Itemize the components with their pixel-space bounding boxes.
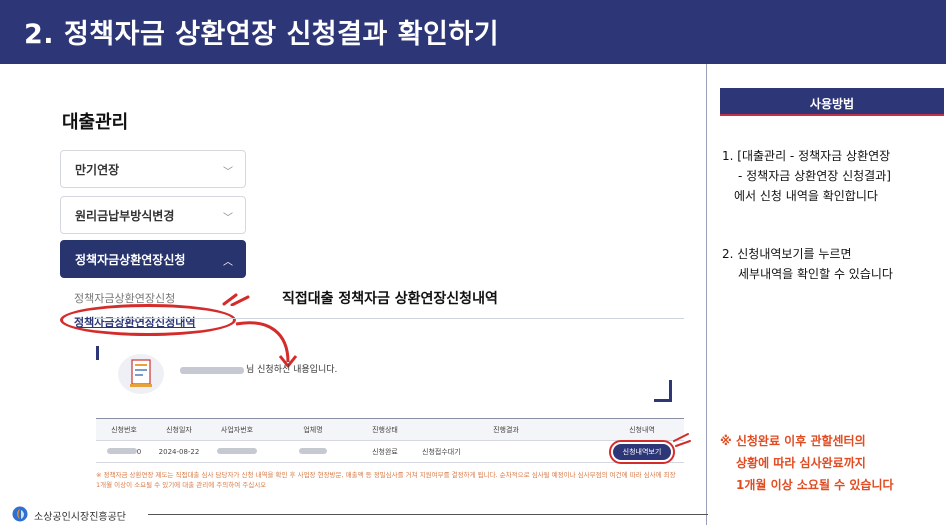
warning-text: ※ 신청완료 이후 관할센터의 (720, 434, 866, 448)
application-no-suffix: 0 (136, 447, 142, 456)
corner-bracket (654, 399, 672, 402)
notice-text: ※ 정책자금 상환연장 제도는 직접대출 심사 담당자가 신청 내역을 확인 후… (96, 471, 676, 489)
menu-label: 만기연장 (75, 163, 120, 177)
page-title: 2. 정책자금 상환연장 신청결과 확인하기 (24, 19, 500, 50)
accent-marks-icon (673, 433, 691, 447)
history-table: 신청번호 신청일자 사업자번호 업체명 진행상태 진행결과 신청내역 0 202… (96, 418, 684, 464)
divider (96, 318, 684, 319)
step-text: - 정책자금 상환연장 신청결과] (738, 169, 891, 183)
redacted-value (106, 447, 137, 454)
warning-text: 1개월 이상 소요될 수 있습니다 (736, 478, 894, 492)
warning-text: 상황에 따라 심사완료까지 (736, 456, 866, 470)
cell-status: 신청완료 (358, 440, 412, 463)
redacted-name (180, 367, 244, 374)
table-row: 0 2024-08-22 신청완료 신청접수대기 신청내역보기 (96, 439, 684, 464)
chevron-down-icon: ﹀ (223, 167, 233, 178)
howto-title: 사용방법 (809, 97, 855, 111)
cell-result: 신청접수대기 (412, 440, 600, 463)
cell-date: 2024-08-22 (152, 440, 206, 463)
corner-bracket (96, 346, 99, 360)
view-details-button[interactable]: 신청내역보기 (608, 439, 676, 464)
redacted-value (217, 447, 257, 454)
table-header-row: 신청번호 신청일자 사업자번호 업체명 진행상태 진행결과 신청내역 (96, 418, 684, 441)
step-text: 에서 신청 내역을 확인합니다 (734, 189, 878, 203)
redacted-value (299, 447, 327, 454)
menu-repayment-method-change[interactable]: 원리금납부방식변경 ﹀ (60, 196, 246, 234)
column-header: 사업자번호 (206, 418, 268, 441)
column-header: 신청일자 (152, 418, 206, 441)
accent-marks-icon (222, 293, 250, 306)
menu-label: 정책자금상환연장신청 (75, 253, 186, 267)
step-text: 2. 신청내역보기를 누르면 (722, 247, 852, 261)
menu-policy-fund-extension[interactable]: 정책자금상환연장신청 ︿ (60, 240, 246, 278)
org-name: 소상공인시장진흥공단 (34, 512, 126, 523)
howto-header: 사용방법 (720, 88, 944, 116)
chevron-down-icon: ﹀ (223, 213, 233, 224)
footer-divider (148, 514, 708, 515)
panel-divider (706, 64, 707, 525)
menu-maturity-extension[interactable]: 만기연장 ﹀ (60, 150, 246, 188)
cell-application-no: 0 (96, 440, 152, 463)
column-header: 신청번호 (96, 418, 152, 441)
title-bar: 2. 정책자금 상환연장 신청결과 확인하기 (0, 0, 946, 64)
step-1: 1. [대출관리 - 정책자금 상환연장 - 정책자금 상환연장 신청결과] 에… (722, 146, 946, 206)
column-header: 업체명 (268, 418, 358, 441)
warning-note: ※ 신청완료 이후 관할센터의 상황에 따라 심사완료까지 1개월 이상 소요될… (720, 430, 944, 496)
result-message: 님 신청하신 내용입니다. (246, 365, 338, 375)
step-text: 세부내역을 확인할 수 있습니다 (738, 267, 893, 281)
chevron-up-icon: ︿ (223, 257, 233, 268)
column-header: 진행결과 (412, 418, 600, 441)
column-header: 진행상태 (358, 418, 412, 441)
step-2: 2. 신청내역보기를 누르면 세부내역을 확인할 수 있습니다 (722, 244, 946, 284)
step-text: 1. [대출관리 - 정책자금 상환연장 (722, 149, 891, 163)
cell-company (268, 440, 358, 463)
menu-label: 원리금납부방식변경 (75, 209, 175, 223)
list-title: 직접대출 정책자금 상환연장신청내역 (282, 291, 498, 307)
cell-business-no (206, 440, 268, 463)
org-logo-icon (12, 506, 28, 522)
result-message-card: 님 신청하신 내용입니다. (96, 346, 672, 402)
section-title: 대출관리 (62, 112, 129, 133)
document-icon (118, 354, 164, 394)
